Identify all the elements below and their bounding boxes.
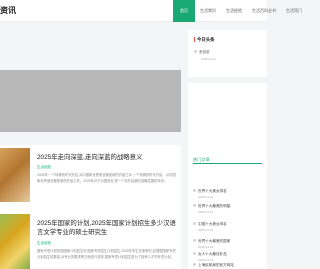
- nav-encyclopedia[interactable]: 生活百科全书: [247, 0, 281, 22]
- bullet-icon: [193, 204, 196, 207]
- hot-articles-panel: 热门文章 世界十大美女排名 2025-01-23 世界十大最美的明星 2025-…: [188, 83, 267, 269]
- banner-image[interactable]: [0, 70, 181, 132]
- article-title[interactable]: 2025年国家的计划,2025年国家计划招生多少汉语言文学专业的硕士研究生: [37, 219, 177, 237]
- hot-article-title[interactable]: 上海民航局的官方网站: [198, 263, 234, 267]
- article-category[interactable]: 生活经验: [37, 165, 51, 170]
- article-title[interactable]: 2025年走向深蓝,走向深蓝的战略意义: [37, 153, 177, 162]
- article-excerpt: 国家专项计划是指国家计划招生的,国家专项招生计划招生,2025年学生在报考时,会…: [37, 249, 176, 259]
- hot-title-underline: [193, 163, 262, 164]
- bullet-icon: [193, 189, 196, 192]
- today-headlines-panel: 今日头条 来说说 2025-01-11: [188, 30, 267, 77]
- article-card[interactable]: 2025年走向深蓝,走向深蓝的战略意义 生活经验 2025年,一个特殊的时代开启…: [0, 148, 181, 202]
- article-card[interactable]: 2025年国家的计划,2025年国家计划招生多少汉语言文学专业的硕士研究生 生活…: [0, 214, 181, 269]
- bullet-icon: [193, 252, 196, 255]
- today-headlines-title: 今日头条: [194, 37, 215, 43]
- hot-article-item[interactable]: 世界十大美女排名: [193, 189, 227, 194]
- top-header: 资讯 首页 生活常识 生活经验 生活百科全书 生活窍门: [0, 0, 302, 22]
- article-thumbnail[interactable]: [0, 148, 30, 202]
- hot-article-item[interactable]: 上海民航局的官方网站: [193, 263, 234, 268]
- hot-article-title[interactable]: 女人十大最佳补品: [198, 252, 227, 256]
- bullet-icon: [194, 50, 197, 53]
- site-logo[interactable]: 资讯: [0, 5, 16, 16]
- hot-article-title[interactable]: 中国十大美女排名: [198, 222, 227, 226]
- hot-article-title[interactable]: 世界十大美女排名: [198, 189, 227, 193]
- article-thumbnail[interactable]: [0, 214, 30, 269]
- hot-article-item[interactable]: 女人十大最佳补品: [193, 252, 227, 257]
- today-headline-item[interactable]: 来说说: [194, 50, 210, 55]
- nav-home[interactable]: 首页: [173, 0, 195, 22]
- title-marker-icon: [194, 37, 195, 42]
- nav-tricks[interactable]: 生活窍门: [281, 0, 307, 22]
- hot-article-item[interactable]: 中国十大美女排名: [193, 222, 227, 227]
- bullet-icon: [193, 239, 196, 242]
- bullet-icon: [193, 222, 196, 225]
- article-category[interactable]: 生活经验: [37, 241, 51, 246]
- nav-life-experience[interactable]: 生活经验: [221, 0, 247, 22]
- nav-life-tips[interactable]: 生活常识: [195, 0, 221, 22]
- today-headlines-label: 今日头条: [197, 37, 215, 42]
- hot-article-title[interactable]: 世界十大最美的国家: [198, 239, 230, 243]
- hot-article-item[interactable]: 世界十大最美的明星: [193, 204, 230, 209]
- main-nav: 首页 生活常识 生活经验 生活百科全书 生活窍门: [173, 0, 307, 22]
- hot-article-date: 2025-01-21: [198, 228, 214, 232]
- hot-article-item[interactable]: 世界十大最美的国家: [193, 239, 230, 244]
- article-excerpt: 2025年,一个特殊的时代开启,对中国和世界而言都是新的开始之年,一个特殊的时代…: [37, 173, 176, 183]
- hot-article-title[interactable]: 世界十大最美的明星: [198, 204, 230, 208]
- hot-article-date: 2025-01-16: [198, 258, 214, 262]
- bullet-icon: [193, 263, 196, 266]
- hot-article-date: 2025-01-23: [198, 195, 214, 199]
- today-headline-date: 2025-01-11: [201, 57, 217, 61]
- hot-article-date: 2025-01-19: [198, 210, 214, 214]
- hot-article-date: 2025-01-18: [198, 245, 214, 249]
- today-headline-title[interactable]: 来说说: [199, 50, 210, 54]
